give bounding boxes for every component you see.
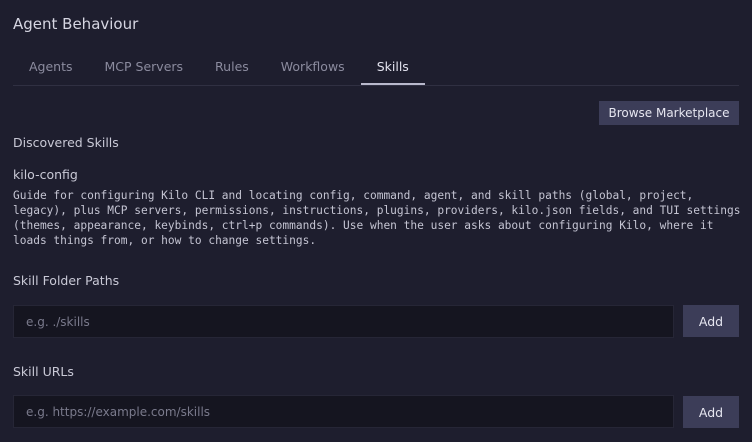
tab-skills[interactable]: Skills	[360, 50, 425, 85]
tab-bar: Agents MCP Servers Rules Workflows Skill…	[13, 50, 739, 86]
browse-marketplace-button[interactable]: Browse Marketplace	[599, 101, 739, 125]
tab-workflows[interactable]: Workflows	[265, 50, 361, 84]
tab-agents[interactable]: Agents	[13, 50, 89, 84]
agent-behaviour-settings: Agent Behaviour Agents MCP Servers Rules…	[0, 0, 752, 442]
skill-name: kilo-config	[13, 167, 78, 182]
tab-rules[interactable]: Rules	[199, 50, 265, 84]
add-skill-folder-path-button[interactable]: Add	[683, 305, 739, 337]
skill-url-input[interactable]	[13, 395, 674, 428]
add-skill-url-button[interactable]: Add	[683, 396, 739, 428]
page-title: Agent Behaviour	[13, 15, 139, 33]
skill-urls-heading: Skill URLs	[13, 364, 74, 379]
tab-mcp-servers[interactable]: MCP Servers	[89, 50, 200, 84]
discovered-skills-heading: Discovered Skills	[13, 135, 119, 150]
skill-folder-path-input[interactable]	[13, 305, 674, 338]
skill-description: Guide for configuring Kilo CLI and locat…	[13, 189, 748, 247]
skill-folder-paths-heading: Skill Folder Paths	[13, 273, 120, 288]
